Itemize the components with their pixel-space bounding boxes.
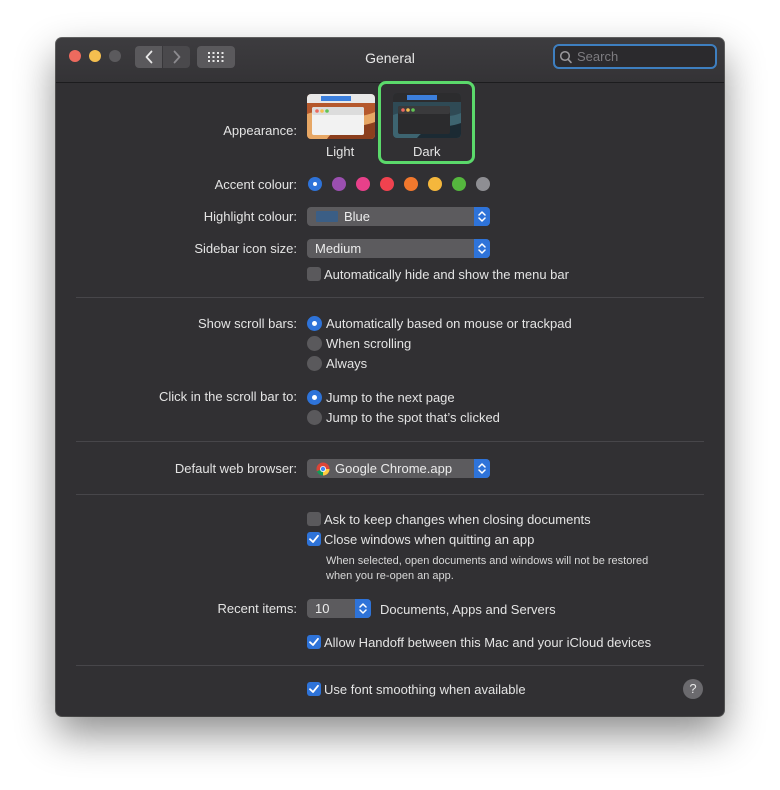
default-browser-popup[interactable]: Google Chrome.app: [307, 459, 490, 478]
popup-arrows-icon: [474, 239, 490, 258]
accent-swatch-green[interactable]: [452, 177, 466, 191]
menu-bar-checkbox[interactable]: [307, 267, 321, 281]
click-spot-radio[interactable]: [307, 410, 322, 425]
recent-items-popup[interactable]: 10: [307, 599, 371, 618]
highlight-colour-popup[interactable]: Blue: [307, 207, 490, 226]
scroll-bars-automatic-label: Automatically based on mouse or trackpad: [326, 316, 572, 331]
highlight-swatch: [316, 211, 338, 222]
accent-swatch-yellow[interactable]: [428, 177, 442, 191]
ask-keep-changes-label: Ask to keep changes when closing documen…: [324, 512, 591, 527]
highlight-colour-value: Blue: [344, 209, 371, 224]
appearance-dark-option[interactable]: [393, 93, 461, 138]
scroll-bars-always-radio[interactable]: [307, 356, 322, 371]
chrome-icon: [316, 462, 330, 475]
divider: [76, 441, 704, 442]
divider: [76, 494, 704, 495]
search-icon: [559, 50, 572, 63]
search-field[interactable]: [553, 44, 717, 69]
accent-swatch-purple[interactable]: [332, 177, 346, 191]
click-spot-label: Jump to the spot that’s clicked: [326, 410, 500, 425]
close-windows-note-line-1: When selected, open documents and window…: [326, 555, 649, 567]
selected-dot-icon: [313, 182, 317, 186]
popup-arrows-icon: [474, 207, 490, 226]
font-smoothing-checkbox[interactable]: [307, 682, 321, 696]
scroll-bars-always-label: Always: [326, 356, 368, 371]
sidebar-icon-size-popup[interactable]: Medium: [307, 239, 490, 258]
divider: [76, 297, 704, 298]
menu-bar-label: Automatically hide and show the menu bar: [324, 267, 569, 282]
help-button[interactable]: ?: [683, 679, 703, 699]
sidebar-icon-size-label: Sidebar icon size:: [194, 241, 297, 256]
sidebar-icon-size-value: Medium: [315, 241, 362, 256]
font-smoothing-label: Use font smoothing when available: [324, 682, 526, 697]
accent-swatch-red[interactable]: [380, 177, 394, 191]
handoff-label: Allow Handoff between this Mac and your …: [324, 635, 652, 650]
search-input[interactable]: [577, 49, 697, 64]
light-appearance-thumbnail: [307, 94, 375, 139]
checkmark-icon: [309, 684, 319, 693]
default-browser-label: Default web browser:: [174, 461, 297, 476]
popup-arrows-icon: [474, 459, 490, 478]
recent-items-value: 10: [315, 601, 330, 616]
dark-appearance-thumbnail: [393, 93, 461, 138]
accent-swatch-pink[interactable]: [356, 177, 370, 191]
checkmark-icon: [309, 534, 319, 543]
close-windows-note-line-2: when you re-open an app.: [326, 570, 454, 582]
divider: [76, 665, 704, 666]
click-next-page-radio[interactable]: [307, 390, 322, 405]
checkmark-icon: [309, 637, 319, 646]
default-browser-value: Google Chrome.app: [335, 461, 453, 476]
scroll-bars-when-scrolling-radio[interactable]: [307, 336, 322, 351]
accent-swatch-graphite[interactable]: [476, 177, 490, 191]
accent-swatch-blue[interactable]: [308, 177, 322, 191]
click-next-page-label: Jump to the next page: [326, 390, 455, 405]
recent-items-label: Recent items:: [217, 601, 297, 616]
close-windows-label: Close windows when quitting an app: [324, 532, 535, 547]
popup-arrows-icon: [355, 599, 371, 618]
click-scroll-bar-label: Click in the scroll bar to:: [159, 389, 297, 404]
ask-keep-changes-checkbox[interactable]: [307, 512, 321, 526]
handoff-checkbox[interactable]: [307, 635, 321, 649]
accent-swatch-orange[interactable]: [404, 177, 418, 191]
scroll-bars-when-scrolling-label: When scrolling: [326, 336, 412, 351]
appearance-light-label: Light: [326, 144, 355, 159]
recent-items-suffix: Documents, Apps and Servers: [380, 602, 556, 617]
highlight-colour-label: Highlight colour:: [203, 209, 297, 224]
preferences-window: General Appearance: Light: [56, 38, 724, 716]
close-windows-checkbox[interactable]: [307, 532, 321, 546]
appearance-light-option[interactable]: [307, 94, 375, 139]
appearance-label: Appearance:: [223, 123, 297, 138]
scroll-bars-automatic-radio[interactable]: [307, 316, 322, 331]
appearance-dark-label: Dark: [413, 144, 441, 159]
show-scroll-bars-label: Show scroll bars:: [198, 316, 297, 331]
title-bar: General: [56, 38, 724, 83]
accent-colour-label: Accent colour:: [214, 177, 297, 192]
